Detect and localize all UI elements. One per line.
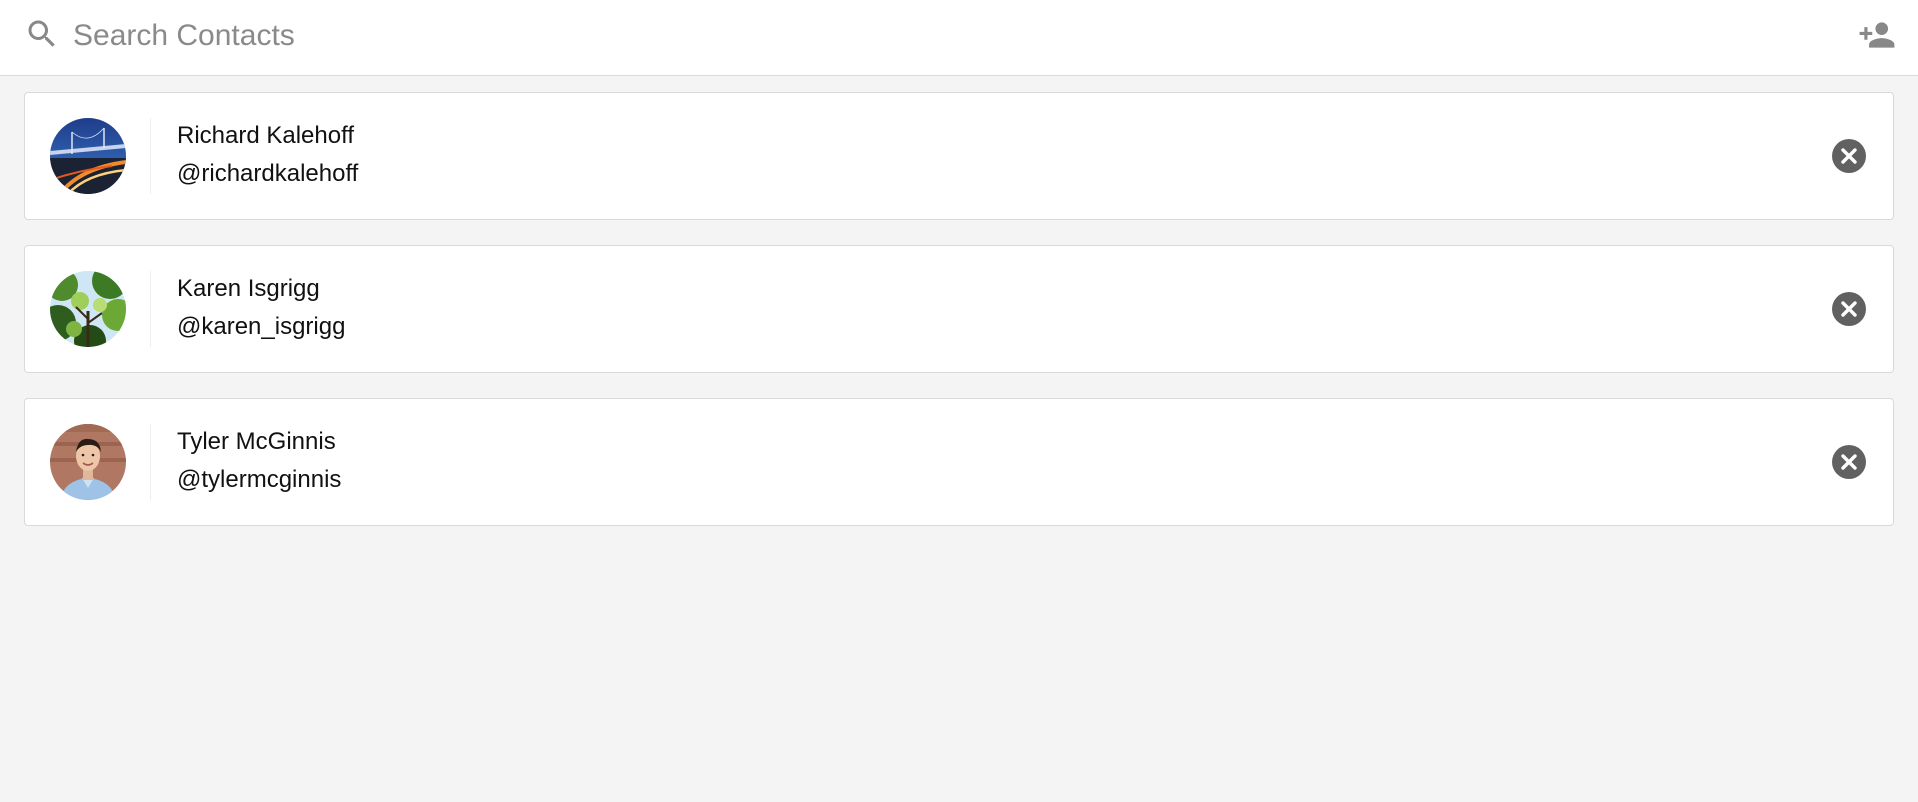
contact-handle: @tylermcginnis <box>177 466 342 493</box>
search-bar <box>0 0 1918 76</box>
contact-name: Tyler McGinnis <box>177 428 336 455</box>
remove-contact-icon[interactable] <box>1832 292 1866 326</box>
contact-card: Karen Isgrigg @karen_isgrigg <box>24 245 1894 373</box>
search-icon <box>28 20 55 47</box>
contact-card: Tyler McGinnis @tylermcginnis <box>24 398 1894 526</box>
divider <box>150 271 151 347</box>
avatar <box>50 424 126 500</box>
contact-list: Richard Kalehoff @richardkalehoff Karen … <box>24 92 1894 551</box>
contact-name: Karen Isgrigg <box>177 275 320 302</box>
person-add-icon[interactable] <box>1858 16 1896 54</box>
avatar <box>50 271 126 347</box>
search-input[interactable] <box>73 10 1773 62</box>
contact-card: Richard Kalehoff @richardkalehoff <box>24 92 1894 220</box>
contact-handle: @richardkalehoff <box>177 160 359 187</box>
contact-handle: @karen_isgrigg <box>177 313 346 340</box>
divider <box>150 118 151 194</box>
divider <box>150 424 151 500</box>
avatar <box>50 118 126 194</box>
remove-contact-icon[interactable] <box>1832 139 1866 173</box>
remove-contact-icon[interactable] <box>1832 445 1866 479</box>
contact-name: Richard Kalehoff <box>177 122 354 149</box>
